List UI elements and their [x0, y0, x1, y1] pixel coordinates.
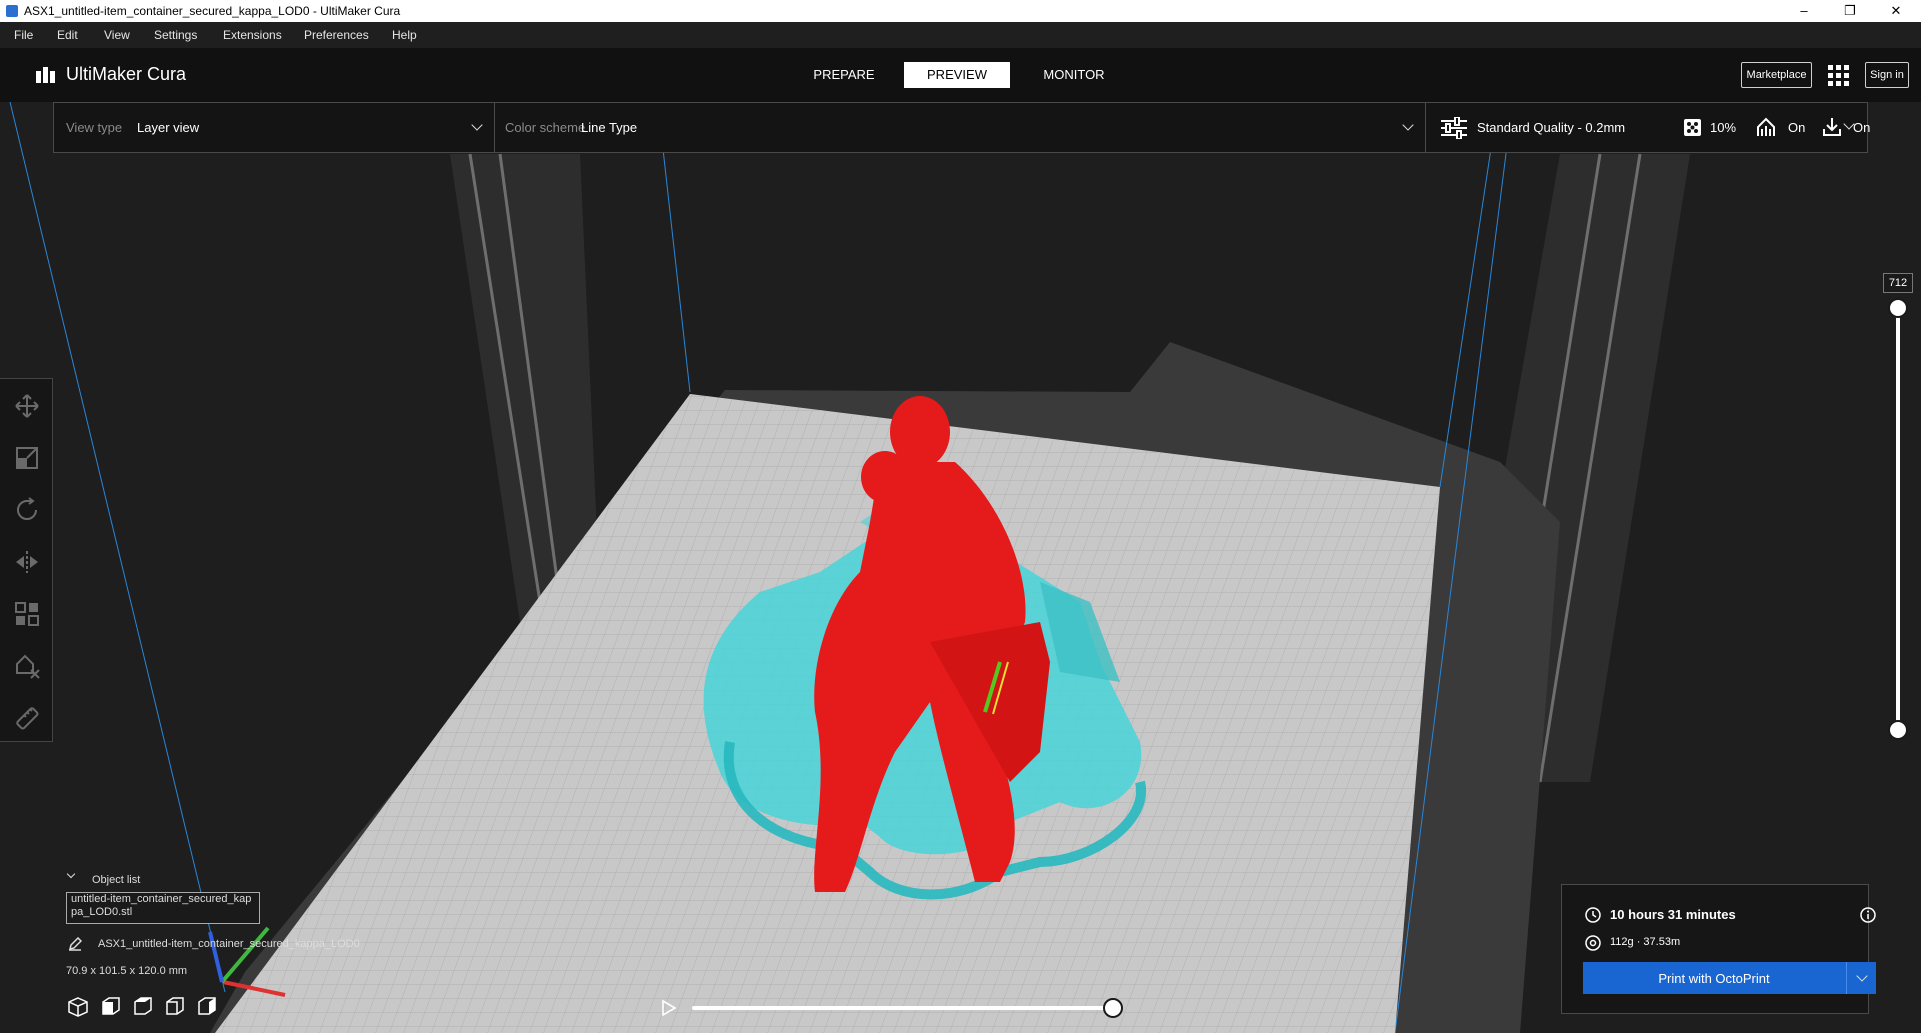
print-settings-icon	[1441, 117, 1467, 139]
settings-toolbar: View type Layer view Color scheme Line T…	[53, 102, 1871, 153]
view-type-dropdown[interactable]: View type Layer view	[54, 103, 494, 152]
main-header: UltiMaker Cura PREPARE PREVIEW MONITOR M…	[0, 48, 1921, 102]
object-dimensions: 70.9 x 101.5 x 120.0 mm	[66, 965, 188, 977]
scale-icon[interactable]	[14, 445, 40, 471]
move-icon[interactable]	[14, 393, 40, 419]
object-list-label: Object list	[92, 874, 141, 886]
chevron-down-icon	[471, 119, 483, 131]
sign-in-button[interactable]: Sign in	[1865, 62, 1909, 88]
print-time: 10 hours 31 minutes	[1610, 907, 1736, 922]
simulation-slider-handle[interactable]	[1103, 998, 1123, 1018]
info-icon[interactable]	[1860, 907, 1876, 923]
pencil-icon[interactable]	[68, 937, 82, 951]
menu-edit[interactable]: Edit	[57, 28, 78, 42]
menu-view[interactable]: View	[104, 28, 130, 42]
cura-window: ASX1_untitled-item_container_secured_kap…	[0, 0, 1921, 1033]
clock-icon	[1585, 907, 1601, 923]
adhesion-value: On	[1853, 120, 1871, 135]
filament-spool-icon	[1585, 935, 1601, 951]
layer-slider-top-handle[interactable]	[1888, 298, 1908, 318]
per-model-settings-icon[interactable]	[14, 601, 40, 627]
tab-preview[interactable]: PREVIEW	[904, 62, 1010, 88]
rotate-icon[interactable]	[14, 497, 40, 523]
window-title-bar: ASX1_untitled-item_container_secured_kap…	[0, 0, 1921, 22]
tab-prepare[interactable]: PREPARE	[806, 62, 882, 88]
color-scheme-dropdown[interactable]: Color scheme Line Type	[495, 103, 1425, 152]
chevron-down-icon	[1856, 970, 1868, 982]
object-name: ASX1_untitled-item_container_secured_kap…	[98, 938, 360, 950]
tab-monitor[interactable]: MONITOR	[1034, 62, 1114, 88]
support-icon	[1757, 117, 1775, 136]
right-view-icon[interactable]	[195, 996, 217, 1018]
chevron-down-icon	[1402, 119, 1414, 131]
top-view-icon[interactable]	[131, 996, 153, 1018]
object-list-item[interactable]: untitled-item_container_secured_kappa_LO…	[66, 892, 260, 924]
support-value: On	[1788, 120, 1806, 135]
adhesion-icon	[1823, 118, 1841, 136]
window-title: ASX1_untitled-item_container_secured_kap…	[24, 4, 401, 18]
layer-slider-track[interactable]	[1896, 308, 1900, 730]
play-icon[interactable]	[661, 999, 677, 1017]
current-layer-field[interactable]: 712	[1883, 273, 1913, 293]
color-scheme-value: Line Type	[581, 120, 638, 135]
material-usage: 112g · 37.53m	[1610, 936, 1681, 948]
print-button-label: Print with OctoPrint	[1658, 971, 1770, 986]
menu-file[interactable]: File	[14, 28, 33, 42]
menu-extensions[interactable]: Extensions	[223, 28, 282, 42]
3d-view-icon[interactable]	[67, 996, 89, 1018]
view-type-value: Layer view	[137, 120, 200, 135]
support-blocker-icon[interactable]	[14, 653, 40, 679]
front-view-icon[interactable]	[99, 996, 121, 1018]
menu-preferences[interactable]: Preferences	[304, 28, 369, 42]
menu-help[interactable]: Help	[392, 28, 417, 42]
print-options-dropdown[interactable]	[1846, 962, 1876, 994]
color-scheme-label: Color scheme	[505, 120, 586, 135]
ultimaker-logo-icon	[36, 66, 60, 83]
simulation-slider-track[interactable]	[692, 1006, 1114, 1010]
infill-icon	[1684, 119, 1701, 136]
layer-slider-bottom-handle[interactable]	[1888, 720, 1908, 740]
left-view-icon[interactable]	[163, 996, 185, 1018]
measure-icon[interactable]	[14, 705, 40, 731]
maximize-button[interactable]: ❐	[1827, 0, 1873, 22]
print-with-octoprint-button[interactable]: Print with OctoPrint	[1583, 962, 1876, 994]
minimize-button[interactable]: –	[1781, 0, 1827, 22]
print-info-panel: 10 hours 31 minutes 112g · 37.53m Print …	[1561, 884, 1876, 1014]
mirror-icon[interactable]	[14, 549, 40, 575]
menu-settings[interactable]: Settings	[154, 28, 197, 42]
view-type-label: View type	[66, 120, 123, 135]
menu-bar: File Edit View Settings Extensions Prefe…	[0, 22, 1921, 48]
close-button[interactable]: ✕	[1873, 0, 1919, 22]
tool-panel	[0, 378, 53, 742]
logo-text: UltiMaker Cura	[66, 64, 187, 84]
print-settings-dropdown[interactable]: Standard Quality - 0.2mm 10% On On	[1426, 103, 1871, 152]
apps-grid-icon[interactable]	[1828, 65, 1849, 86]
marketplace-button[interactable]: Marketplace	[1741, 62, 1812, 88]
cura-app-icon	[6, 5, 18, 17]
infill-value: 10%	[1710, 120, 1737, 135]
ultimaker-logo: UltiMaker Cura	[36, 64, 186, 85]
quality-value: Standard Quality - 0.2mm	[1477, 120, 1626, 135]
